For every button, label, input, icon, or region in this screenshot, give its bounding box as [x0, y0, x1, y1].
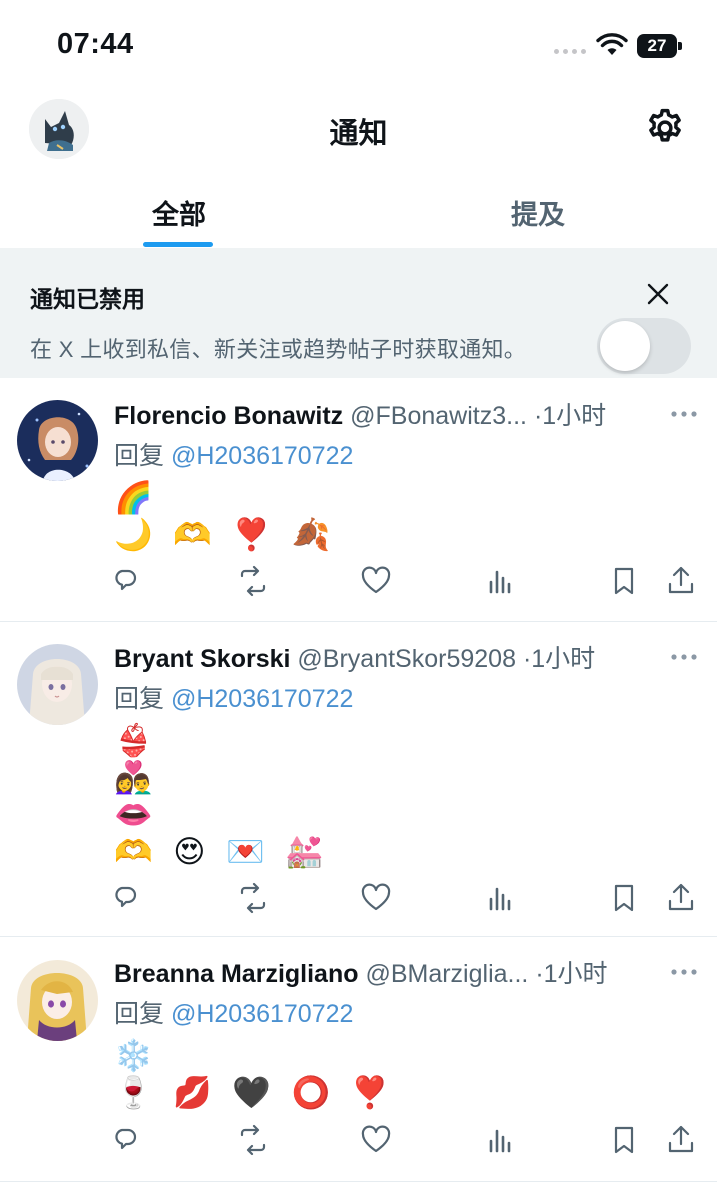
notifications-disabled-banner: 通知已禁用 在 X 上收到私信、新关注或趋势帖子时获取通知。: [0, 248, 717, 378]
banner-description: 在 X 上收到私信、新关注或趋势帖子时获取通知。: [30, 337, 527, 362]
post-header: Bryant Skorski @BryantSkor59208 ·1小时: [114, 639, 634, 673]
author-name[interactable]: Florencio Bonawitz: [114, 402, 343, 430]
avatar[interactable]: [17, 400, 98, 481]
repost-icon[interactable]: [237, 565, 269, 597]
reply-context: 回复 @H2036170722: [114, 994, 353, 1030]
reply-prefix: 回复: [114, 442, 171, 470]
more-options-icon[interactable]: [670, 410, 698, 418]
avatar[interactable]: [17, 644, 98, 725]
reply-icon[interactable]: [113, 565, 145, 597]
status-time: 07:44: [57, 28, 134, 60]
emoji-line: 👩‍❤️‍👨: [114, 760, 159, 795]
emoji-line: ❄️: [114, 1038, 159, 1073]
notification-tabs: 全部 提及: [0, 172, 717, 248]
views-icon[interactable]: [484, 1124, 516, 1156]
views-icon[interactable]: [484, 565, 516, 597]
reply-icon[interactable]: [113, 1124, 145, 1156]
emoji-line: 🍷 💋 🖤 ⭕ ❣️: [114, 1075, 396, 1110]
post-header: Breanna Marzigliano @BMarziglia... ·1小时: [114, 954, 634, 988]
author-name[interactable]: Bryant Skorski: [114, 645, 290, 673]
close-icon[interactable]: [644, 280, 672, 308]
post-time: ·1小时: [535, 960, 608, 988]
post-content: 👙 👩‍❤️‍👨 👄 🫶 😍 💌 💒: [114, 722, 330, 870]
battery-icon: 27: [637, 34, 683, 58]
bookmark-icon[interactable]: [608, 1124, 640, 1156]
battery-level: 27: [647, 36, 667, 55]
reply-icon[interactable]: [113, 882, 145, 914]
reply-prefix: 回复: [114, 1000, 171, 1028]
post-actions: [0, 882, 717, 914]
status-bar: 07:44 27: [0, 0, 717, 90]
author-handle[interactable]: @FBonawitz3...: [350, 402, 527, 430]
post-time: ·1小时: [533, 402, 607, 430]
post-header: Florencio Bonawitz @FBonawitz3... ·1小时: [114, 396, 634, 430]
mention-link[interactable]: @H2036170722: [171, 685, 353, 713]
author-name[interactable]: Breanna Marzigliano: [114, 960, 359, 988]
more-options-icon[interactable]: [670, 968, 698, 976]
repost-icon[interactable]: [237, 882, 269, 914]
share-icon[interactable]: [665, 1124, 697, 1156]
toggle-knob: [600, 321, 650, 371]
banner-title: 通知已禁用: [30, 286, 145, 312]
emoji-line: 🫶 😍 💌 💒: [114, 834, 330, 869]
header: 通知: [0, 90, 717, 168]
mention-link[interactable]: @H2036170722: [171, 1000, 353, 1028]
wifi-icon: [596, 33, 628, 55]
tab-mentions[interactable]: 提及: [359, 172, 717, 248]
notification-post[interactable]: Bryant Skorski @BryantSkor59208 ·1小时 回复 …: [0, 622, 717, 937]
page-title: 通知: [329, 118, 388, 150]
mention-link[interactable]: @H2036170722: [171, 442, 353, 470]
emoji-line: 🌈: [114, 480, 159, 515]
reply-context: 回复 @H2036170722: [114, 679, 353, 715]
views-icon[interactable]: [484, 882, 516, 914]
bookmark-icon[interactable]: [608, 882, 640, 914]
share-icon[interactable]: [665, 882, 697, 914]
like-icon[interactable]: [360, 882, 392, 914]
repost-icon[interactable]: [237, 1124, 269, 1156]
avatar[interactable]: [17, 960, 98, 1041]
bookmark-icon[interactable]: [608, 565, 640, 597]
author-handle[interactable]: @BryantSkor59208: [297, 645, 516, 673]
share-icon[interactable]: [665, 565, 697, 597]
post-time: ·1小时: [522, 645, 596, 673]
post-content: ❄️ 🍷 💋 🖤 ⭕ ❣️: [114, 1037, 395, 1111]
post-content: 🌈 🌙 🫶 ❣️ 🍂: [114, 479, 336, 553]
author-handle[interactable]: @BMarziglia...: [365, 960, 528, 988]
tab-all[interactable]: 全部: [0, 172, 358, 248]
notification-post[interactable]: Breanna Marzigliano @BMarziglia... ·1小时 …: [0, 937, 717, 1182]
more-options-icon[interactable]: [670, 653, 698, 661]
like-icon[interactable]: [360, 565, 392, 597]
cellular-signal-icon: [554, 49, 586, 54]
post-actions: [0, 565, 717, 597]
emoji-line: 🌙 🫶 ❣️ 🍂: [114, 517, 337, 552]
notifications-toggle[interactable]: [597, 318, 691, 374]
active-tab-indicator: [143, 242, 213, 247]
reply-prefix: 回复: [114, 685, 171, 713]
emoji-line: 👄: [114, 797, 159, 832]
post-actions: [0, 1124, 717, 1156]
notification-post[interactable]: Florencio Bonawitz @FBonawitz3... ·1小时 回…: [0, 379, 717, 622]
gear-icon[interactable]: [643, 106, 687, 150]
emoji-line: 👙: [114, 723, 159, 758]
like-icon[interactable]: [360, 1124, 392, 1156]
reply-context: 回复 @H2036170722: [114, 436, 353, 472]
